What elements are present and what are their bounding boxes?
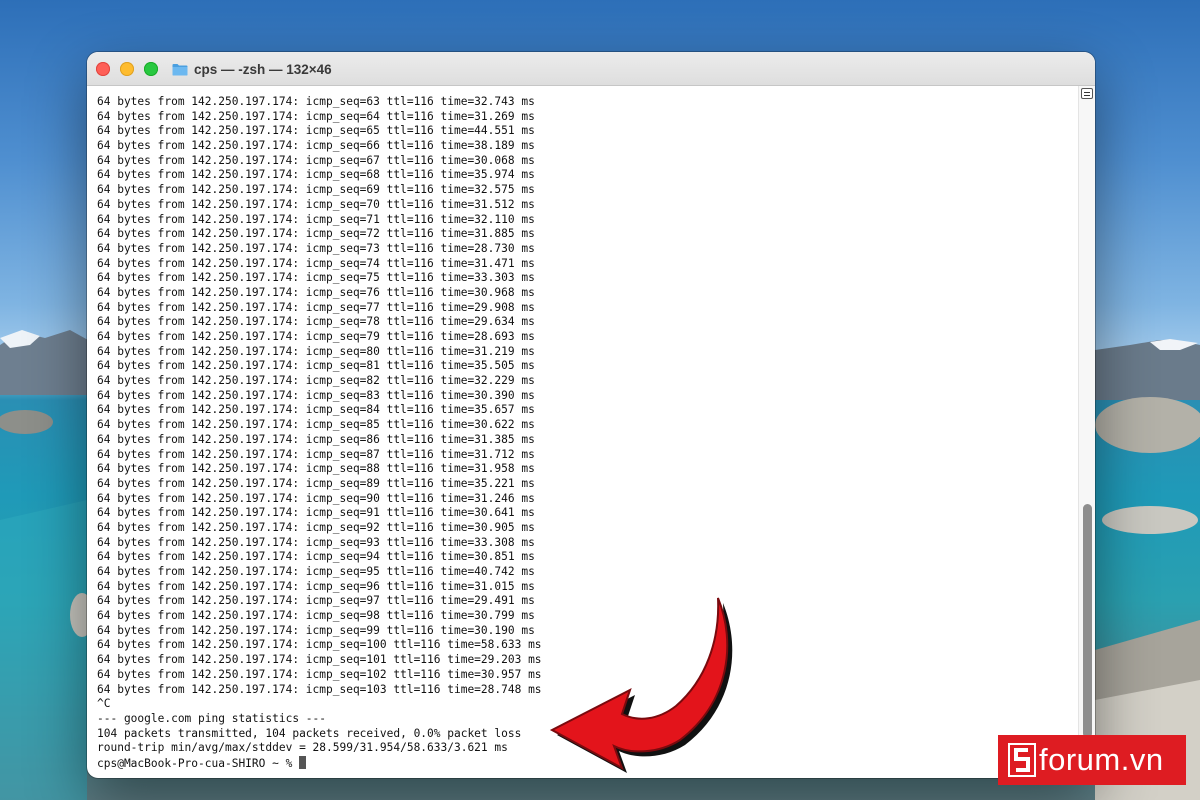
terminal-line: 64 bytes from 142.250.197.174: icmp_seq=… — [97, 594, 535, 608]
terminal-line: 64 bytes from 142.250.197.174: icmp_seq=… — [97, 682, 542, 696]
shell-prompt: cps@MacBook-Pro-cua-SHIRO ~ % — [97, 756, 300, 770]
terminal-line: 64 bytes from 142.250.197.174: icmp_seq=… — [97, 388, 535, 402]
terminal-window: cps — -zsh — 132×46 64 bytes from 142.25… — [87, 52, 1095, 778]
maximize-button[interactable] — [144, 62, 158, 76]
terminal-line: 64 bytes from 142.250.197.174: icmp_seq=… — [97, 285, 535, 299]
terminal-line: 64 bytes from 142.250.197.174: icmp_seq=… — [97, 168, 535, 182]
terminal-line: 64 bytes from 142.250.197.174: icmp_seq=… — [97, 550, 535, 564]
terminal-line: 64 bytes from 142.250.197.174: icmp_seq=… — [97, 403, 535, 417]
terminal-line: 64 bytes from 142.250.197.174: icmp_seq=… — [97, 462, 535, 476]
terminal-line: 64 bytes from 142.250.197.174: icmp_seq=… — [97, 212, 535, 226]
window-title-group: cps — -zsh — 132×46 — [172, 60, 332, 78]
terminal-prompt-line[interactable]: cps@MacBook-Pro-cua-SHIRO ~ % — [97, 755, 1079, 771]
terminal-line: ^C — [97, 697, 111, 711]
terminal-line: 64 bytes from 142.250.197.174: icmp_seq=… — [97, 374, 535, 388]
terminal-line: 64 bytes from 142.250.197.174: icmp_seq=… — [97, 506, 535, 520]
terminal-line: 64 bytes from 142.250.197.174: icmp_seq=… — [97, 109, 535, 123]
window-title: cps — -zsh — 132×46 — [194, 61, 332, 77]
sforum-watermark: forum.vn — [998, 735, 1186, 785]
terminal-line: 64 bytes from 142.250.197.174: icmp_seq=… — [97, 359, 535, 373]
terminal-line: 64 bytes from 142.250.197.174: icmp_seq=… — [97, 579, 535, 593]
terminal-line: 64 bytes from 142.250.197.174: icmp_seq=… — [97, 447, 535, 461]
terminal-line: 64 bytes from 142.250.197.174: icmp_seq=… — [97, 623, 535, 637]
terminal-line: 64 bytes from 142.250.197.174: icmp_seq=… — [97, 197, 535, 211]
terminal-line: 64 bytes from 142.250.197.174: icmp_seq=… — [97, 256, 535, 270]
terminal-line: 64 bytes from 142.250.197.174: icmp_seq=… — [97, 183, 535, 197]
terminal-line: 64 bytes from 142.250.197.174: icmp_seq=… — [97, 638, 542, 652]
terminal-line: 64 bytes from 142.250.197.174: icmp_seq=… — [97, 667, 542, 681]
terminal-line: 64 bytes from 142.250.197.174: icmp_seq=… — [97, 535, 535, 549]
terminal-line: 64 bytes from 142.250.197.174: icmp_seq=… — [97, 418, 535, 432]
text-cursor — [299, 755, 307, 769]
terminal-line: 64 bytes from 142.250.197.174: icmp_seq=… — [97, 124, 535, 138]
terminal-line: round-trip min/avg/max/stddev = 28.599/3… — [97, 741, 508, 755]
terminal-line: 64 bytes from 142.250.197.174: icmp_seq=… — [97, 653, 542, 667]
terminal-line: 64 bytes from 142.250.197.174: icmp_seq=… — [97, 609, 535, 623]
terminal-line: 64 bytes from 142.250.197.174: icmp_seq=… — [97, 330, 535, 343]
terminal-line: 64 bytes from 142.250.197.174: icmp_seq=… — [97, 241, 535, 255]
terminal-line: 64 bytes from 142.250.197.174: icmp_seq=… — [97, 432, 535, 446]
terminal-line: --- google.com ping statistics --- — [97, 711, 327, 725]
title-bar[interactable]: cps — -zsh — 132×46 — [87, 52, 1095, 86]
terminal-line: 64 bytes from 142.250.197.174: icmp_seq=… — [97, 139, 535, 153]
close-button[interactable] — [96, 62, 110, 76]
terminal-line: 64 bytes from 142.250.197.174: icmp_seq=… — [97, 476, 535, 490]
folder-icon — [172, 63, 188, 75]
terminal-line: 104 packets transmitted, 104 packets rec… — [97, 726, 522, 740]
terminal-line: 64 bytes from 142.250.197.174: icmp_seq=… — [97, 153, 535, 167]
terminal-line: 64 bytes from 142.250.197.174: icmp_seq=… — [97, 491, 535, 505]
terminal-line: 64 bytes from 142.250.197.174: icmp_seq=… — [97, 95, 535, 108]
terminal-menu-icon[interactable] — [1081, 88, 1093, 99]
sforum-logo — [1008, 743, 1036, 777]
terminal-line: 64 bytes from 142.250.197.174: icmp_seq=… — [97, 565, 535, 578]
watermark-text: forum.vn — [1039, 742, 1164, 777]
terminal-line: 64 bytes from 142.250.197.174: icmp_seq=… — [97, 227, 535, 241]
minimize-button[interactable] — [120, 62, 134, 76]
terminal-output[interactable]: 64 bytes from 142.250.197.174: icmp_seq=… — [87, 86, 1079, 778]
terminal-line: 64 bytes from 142.250.197.174: icmp_seq=… — [97, 344, 535, 358]
terminal-line: 64 bytes from 142.250.197.174: icmp_seq=… — [97, 300, 535, 314]
scrollbar-thumb[interactable] — [1083, 504, 1092, 738]
terminal-line: 64 bytes from 142.250.197.174: icmp_seq=… — [97, 520, 535, 534]
terminal-line: 64 bytes from 142.250.197.174: icmp_seq=… — [97, 271, 535, 285]
terminal-line: 64 bytes from 142.250.197.174: icmp_seq=… — [97, 315, 535, 329]
